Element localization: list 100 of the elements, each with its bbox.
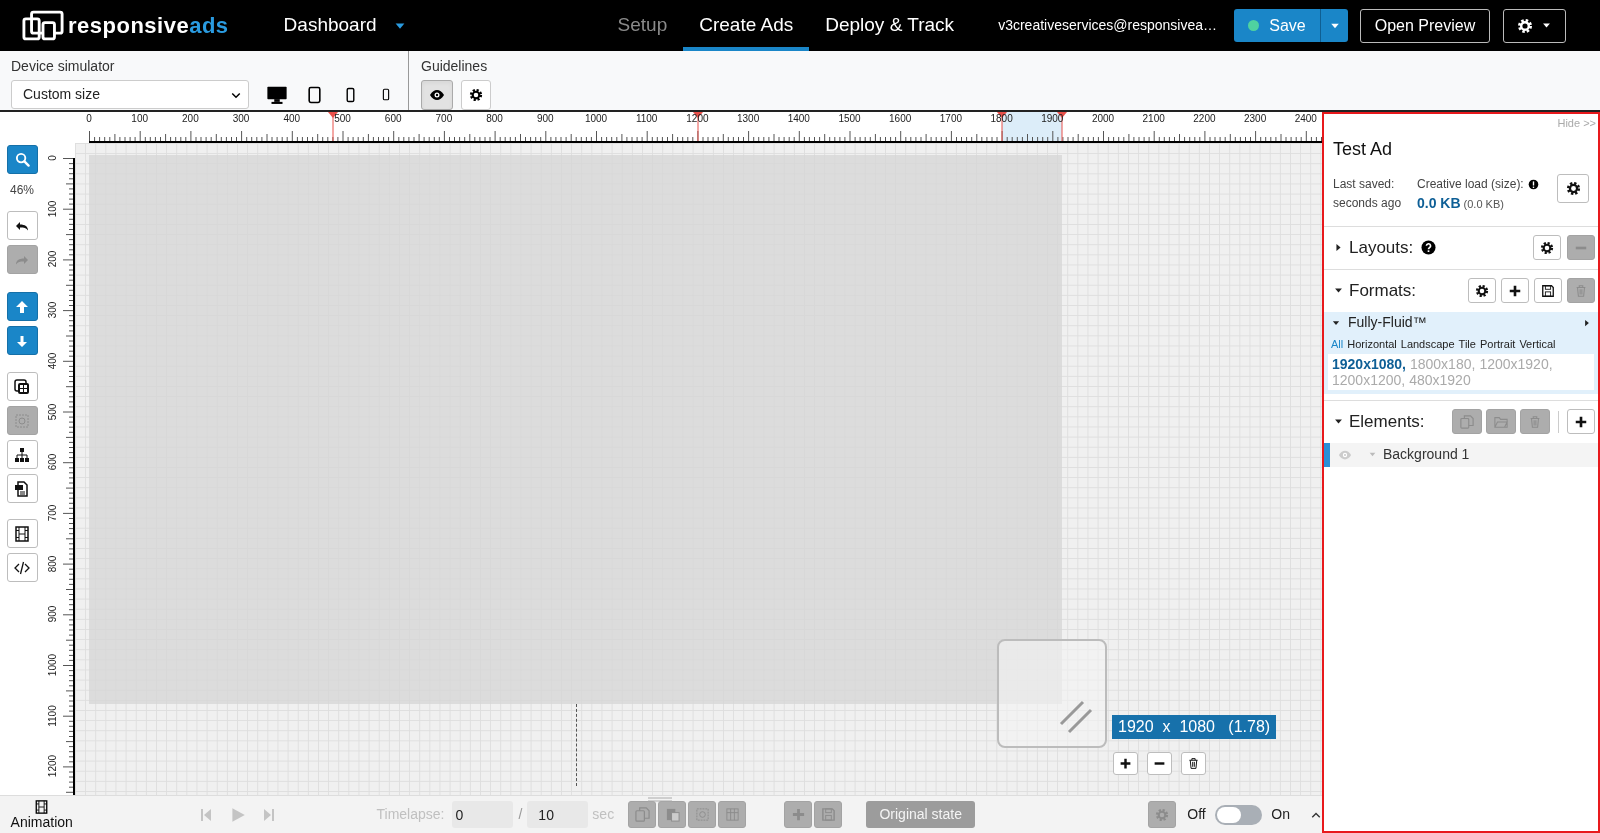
ruler-label: 1200 <box>686 113 709 125</box>
zoom-button[interactable] <box>6 145 38 174</box>
ruler-label: 200 <box>182 113 199 125</box>
user-email: v3creativeservices@responsivea… <box>998 16 1217 35</box>
film-button[interactable] <box>6 519 38 548</box>
frame-icon <box>14 412 30 429</box>
dashboard-menu[interactable]: Dashboard <box>283 11 407 40</box>
ruler-label: 900 <box>536 113 554 125</box>
film-icon <box>14 525 30 542</box>
ruler-label: 600 <box>47 453 59 471</box>
ruler-label: 1500 <box>838 113 861 125</box>
ruler-label: 500 <box>334 113 351 125</box>
remove-button[interactable] <box>1147 752 1172 775</box>
toggle-switch[interactable] <box>1214 804 1263 825</box>
add-button[interactable] <box>1501 278 1529 303</box>
section-title[interactable]: Elements: <box>1349 408 1425 435</box>
tablet-icon <box>305 85 323 104</box>
guidelines-label: Guidelines <box>421 57 489 76</box>
nav-tab[interactable]: Deploy & Track <box>809 0 971 51</box>
ruler-label: 2000 <box>1091 113 1115 125</box>
ruler-label: 1800 <box>990 113 1013 125</box>
ruler-label: 300 <box>232 113 250 125</box>
device-select[interactable]: Custom size <box>11 80 249 109</box>
zoom-level: 46% <box>10 182 34 199</box>
caret-down-icon <box>1368 450 1377 459</box>
gear-icon <box>1540 240 1554 255</box>
settings-button[interactable] <box>1533 235 1561 260</box>
save-button[interactable]: Save <box>1234 9 1320 42</box>
section-title[interactable]: Formats: <box>1349 277 1417 304</box>
off-label: Off <box>1187 805 1206 824</box>
ad-title: Test Ad <box>1333 137 1394 161</box>
last-saved-value: seconds ago <box>1333 194 1403 212</box>
move-down-button[interactable] <box>6 326 38 355</box>
folder-icon <box>1494 414 1508 429</box>
ruler-label: 1600 <box>889 113 912 125</box>
ruler-label: 900 <box>47 605 59 623</box>
add-button[interactable] <box>1567 409 1595 434</box>
creative-load-label: Creative load (size): <box>1417 175 1524 193</box>
ruler-label: 400 <box>283 113 301 125</box>
device-simulator-label: Device simulator <box>11 57 116 76</box>
ruler-label: 2100 <box>1142 113 1165 125</box>
format-filter[interactable]: Horizontal <box>1347 333 1397 354</box>
logo-icon <box>22 10 64 41</box>
ruler-label: 0 <box>86 113 92 125</box>
trash-icon <box>1574 283 1588 298</box>
settings-button[interactable] <box>1557 173 1589 203</box>
diagonal-lines-icon <box>1057 698 1093 734</box>
visibility-toggle-button[interactable] <box>421 80 453 110</box>
trash-icon <box>1187 757 1200 770</box>
save-button[interactable] <box>1534 278 1562 303</box>
creative-load-detail: (0.0 KB) <box>1463 196 1504 212</box>
info-icon <box>1527 178 1539 190</box>
animation-tab[interactable]: Animation <box>0 796 84 833</box>
guidelines-settings-button[interactable] <box>461 80 491 110</box>
hierarchy-button[interactable] <box>6 440 38 469</box>
ruler-label: 400 <box>47 352 59 370</box>
phone-icon <box>380 88 392 101</box>
delete-button[interactable] <box>1181 752 1206 775</box>
plus-icon <box>790 807 806 822</box>
format-size[interactable]: 1920x1080, <box>1332 355 1406 372</box>
section-title[interactable]: Layouts: <box>1349 234 1414 261</box>
open-preview-button[interactable]: Open Preview <box>1360 8 1490 43</box>
copy-icon <box>634 807 650 822</box>
format-filter[interactable]: Portrait <box>1479 333 1516 354</box>
settings-button[interactable] <box>1468 278 1496 303</box>
start-time-field[interactable]: 0 <box>452 801 514 828</box>
plus-icon <box>1574 414 1588 429</box>
end-time-field[interactable]: 10 <box>527 801 589 828</box>
resize-handle[interactable] <box>997 639 1107 748</box>
resize-grip[interactable] <box>648 797 672 803</box>
ruler-label: 1900 <box>1041 113 1064 125</box>
ruler-label: 600 <box>384 113 402 125</box>
code-icon <box>14 559 30 576</box>
logo-text: responsiveads <box>68 12 229 40</box>
ruler-label: 1000 <box>584 113 608 125</box>
save-options-button[interactable] <box>1320 9 1348 42</box>
help-icon <box>1421 240 1437 255</box>
settings-menu-button[interactable] <box>1503 8 1566 43</box>
element-name: Background 1 <box>1383 445 1470 464</box>
code-button[interactable] <box>6 553 38 582</box>
format-filter[interactable]: Tile <box>1458 333 1476 354</box>
ruler-label: 1400 <box>787 113 810 125</box>
undo-button[interactable] <box>6 211 38 240</box>
creative-load-value: 0.0 KB <box>1417 193 1461 213</box>
gear-icon <box>469 88 483 102</box>
element-row[interactable]: Background 1 <box>1324 442 1598 467</box>
import-button[interactable] <box>6 474 38 503</box>
add-button[interactable] <box>1113 752 1138 775</box>
layers-button[interactable] <box>6 372 38 401</box>
search-icon <box>14 152 30 167</box>
ruler-label: 2300 <box>1243 113 1267 125</box>
format-filter[interactable]: Vertical <box>1519 333 1556 354</box>
ruler-label: 2400 <box>1294 113 1317 125</box>
gear-icon <box>1565 180 1581 196</box>
gear-icon <box>1475 283 1489 298</box>
ruler-label: 300 <box>47 301 59 319</box>
document-icon <box>14 480 30 497</box>
format-filter[interactable]: Landscape <box>1400 333 1455 354</box>
format-group-name[interactable]: Fully-Fluid™ <box>1348 312 1427 333</box>
move-up-button[interactable] <box>6 292 38 321</box>
